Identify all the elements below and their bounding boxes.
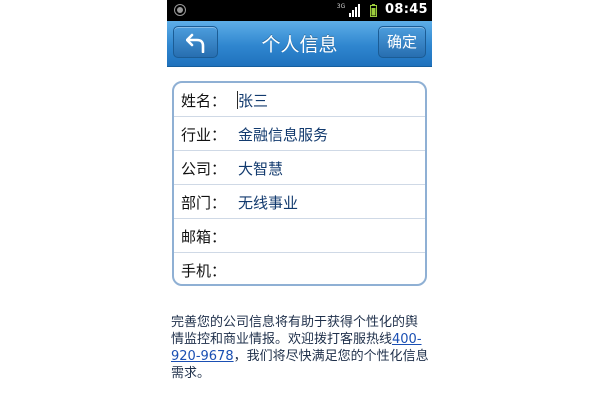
name-label: 姓名： — [181, 92, 227, 110]
industry-label: 行业： — [181, 126, 227, 144]
department-label: 部门： — [181, 194, 227, 212]
status-time: 08:45 — [385, 2, 428, 17]
notification-icon — [174, 4, 186, 16]
hint-text: 完善您的公司信息将有助于获得个性化的舆情监控和商业情报。欢迎拨打客服热线400-… — [171, 314, 429, 382]
phone-screen: 3G 08:45 个人信息 确定 姓名： 张三 行业： 金融信息服务 公司： 大… — [167, 0, 432, 400]
company-label: 公司： — [181, 160, 227, 178]
signal-strength-icon — [349, 4, 360, 17]
back-button[interactable] — [173, 26, 218, 58]
company-input[interactable]: 大智慧 — [238, 158, 283, 179]
hint-text-before: 完善您的公司信息将有助于获得个性化的舆情监控和商业情报。欢迎拨打客服热线 — [171, 315, 419, 347]
email-field[interactable]: 邮箱： — [174, 219, 425, 253]
mobile-field[interactable]: 手机： — [174, 253, 425, 284]
mobile-label: 手机： — [181, 262, 227, 280]
confirm-button[interactable]: 确定 — [378, 26, 426, 58]
industry-field[interactable]: 行业： 金融信息服务 — [174, 117, 425, 151]
battery-icon — [370, 4, 377, 17]
profile-form: 姓名： 张三 行业： 金融信息服务 公司： 大智慧 部门： 无线事业 邮箱： 手… — [172, 81, 427, 286]
back-arrow-icon — [186, 33, 205, 53]
name-field[interactable]: 姓名： 张三 — [174, 83, 425, 117]
status-bar: 3G 08:45 — [167, 0, 432, 21]
company-field[interactable]: 公司： 大智慧 — [174, 151, 425, 185]
page-title: 个人信息 — [261, 34, 338, 56]
name-input[interactable]: 张三 — [238, 90, 268, 111]
department-input[interactable]: 无线事业 — [238, 192, 298, 213]
email-label: 邮箱： — [181, 228, 227, 246]
network-type-indicator: 3G — [336, 3, 346, 10]
title-bar: 个人信息 确定 — [167, 21, 432, 67]
industry-input[interactable]: 金融信息服务 — [238, 124, 328, 145]
department-field[interactable]: 部门： 无线事业 — [174, 185, 425, 219]
